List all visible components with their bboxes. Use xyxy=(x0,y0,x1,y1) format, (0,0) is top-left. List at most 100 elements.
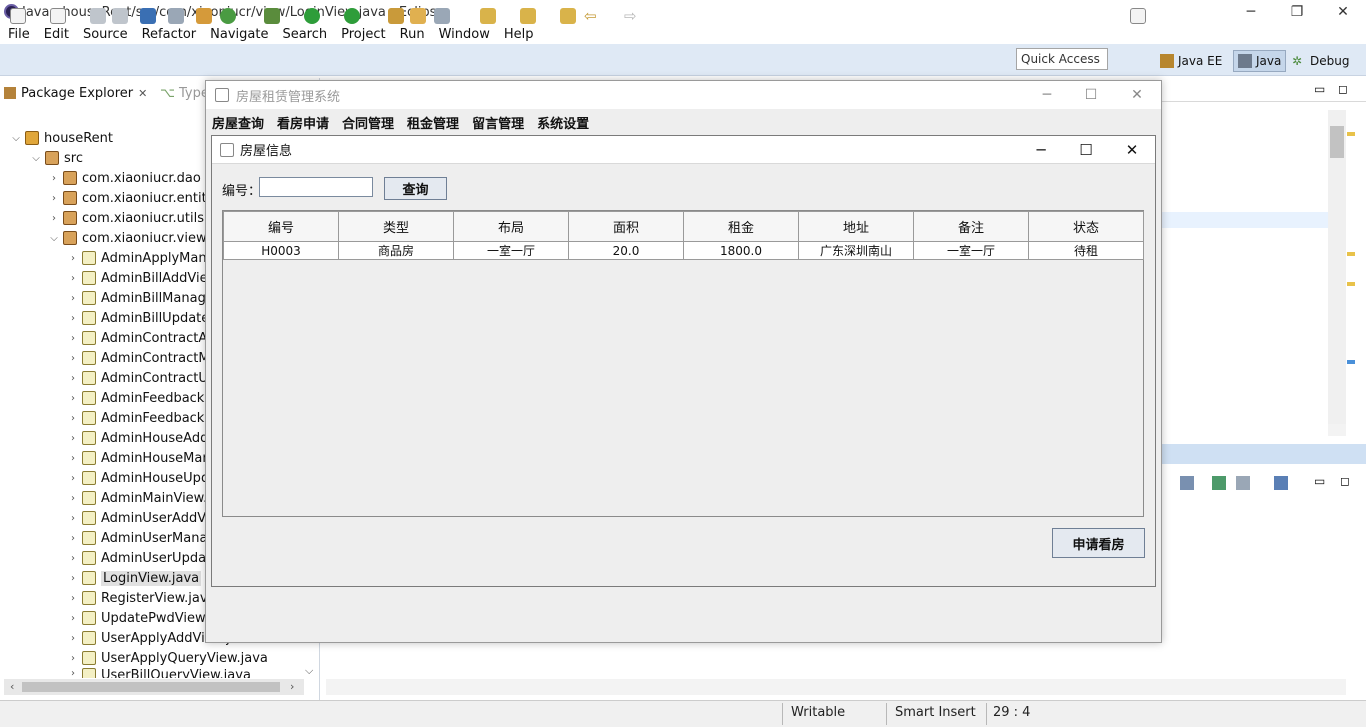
app-menu-house-query[interactable]: 房屋查询 xyxy=(212,113,264,132)
open-console-icon[interactable] xyxy=(1274,476,1288,490)
chevron-right-icon[interactable]: › xyxy=(67,513,79,524)
back-arrow-icon[interactable]: ⇦ xyxy=(584,8,600,24)
table-cell[interactable]: 商品房 xyxy=(338,241,454,260)
chevron-right-icon[interactable]: › xyxy=(67,373,79,384)
tab-package-explorer[interactable]: Package Explorer ✕ xyxy=(4,82,154,104)
menu-edit[interactable]: Edit xyxy=(44,27,69,42)
tree-file[interactable]: › UserApplyQueryView.java xyxy=(67,648,268,668)
menu-search[interactable]: Search xyxy=(282,27,327,42)
app-minimize-button[interactable]: ─ xyxy=(1024,81,1070,109)
chevron-right-icon[interactable]: › xyxy=(67,393,79,404)
column-header[interactable]: 布局 xyxy=(453,211,569,242)
chevron-right-icon[interactable]: › xyxy=(48,193,60,204)
scroll-right-icon[interactable]: › xyxy=(290,680,294,693)
column-header[interactable]: 备注 xyxy=(913,211,1029,242)
tree-file[interactable]: › RegisterView.java xyxy=(67,588,216,608)
minimize-button[interactable]: ─ xyxy=(1228,0,1274,24)
tree-file[interactable]: › AdminHouseMan xyxy=(67,448,211,468)
horizontal-scrollbar-editor[interactable] xyxy=(1328,424,1346,436)
tree-file[interactable]: › AdminMainView.j xyxy=(67,488,211,508)
table-cell[interactable]: 广东深圳南山 xyxy=(798,241,914,260)
chevron-down-icon[interactable]: ⌵ xyxy=(30,153,42,164)
column-header[interactable]: 租金 xyxy=(683,211,799,242)
run-icon[interactable] xyxy=(304,8,320,24)
menu-help[interactable]: Help xyxy=(504,27,534,42)
warning-marker[interactable] xyxy=(1347,282,1355,286)
tree-file[interactable]: › UserBillQueryView.java xyxy=(67,668,251,678)
table-cell[interactable]: 一室一厅 xyxy=(913,241,1029,260)
open-perspective-icon[interactable] xyxy=(1130,8,1146,24)
chevron-right-icon[interactable]: › xyxy=(48,173,60,184)
apply-viewing-button[interactable]: 申请看房 xyxy=(1052,528,1145,558)
tree-file[interactable]: › AdminBillUpdateV xyxy=(67,308,218,328)
chevron-right-icon[interactable]: › xyxy=(67,668,79,678)
chevron-right-icon[interactable]: › xyxy=(67,253,79,264)
chevron-right-icon[interactable]: › xyxy=(67,313,79,324)
perspective-java-ee[interactable]: Java EE xyxy=(1160,50,1222,72)
chevron-right-icon[interactable]: › xyxy=(67,533,79,544)
query-button[interactable]: 查询 xyxy=(384,177,447,200)
menu-source[interactable]: Source xyxy=(83,27,128,42)
chevron-right-icon[interactable]: › xyxy=(67,293,79,304)
app-close-button[interactable]: ✕ xyxy=(1114,81,1160,109)
close-tab-icon[interactable]: ✕ xyxy=(138,87,147,100)
tree-file-selected[interactable]: › LoginView.java xyxy=(67,568,202,588)
column-header[interactable]: 地址 xyxy=(798,211,914,242)
pen-icon[interactable] xyxy=(434,8,450,24)
outline-icon[interactable] xyxy=(1180,476,1194,490)
dialog-maximize-button[interactable]: ☐ xyxy=(1063,136,1109,164)
maximize-view-icon[interactable]: ◻ xyxy=(1340,474,1350,488)
display-icon[interactable] xyxy=(1236,476,1250,490)
tree-file[interactable]: › AdminUserUpdat xyxy=(67,548,211,568)
quick-access-input[interactable]: Quick Access xyxy=(1016,48,1108,70)
tree-package[interactable]: ⌵ com.xiaoniucr.view xyxy=(48,228,206,248)
tree-package[interactable]: › com.xiaoniucr.utils xyxy=(48,208,204,228)
maximize-view-icon[interactable]: ◻ xyxy=(1338,82,1348,96)
chevron-right-icon[interactable]: › xyxy=(48,213,60,224)
table-cell[interactable]: 1800.0 xyxy=(683,241,799,260)
chevron-right-icon[interactable]: › xyxy=(67,413,79,424)
table-cell[interactable]: 20.0 xyxy=(568,241,684,260)
chevron-right-icon[interactable]: › xyxy=(67,333,79,344)
tree-file[interactable]: › AdminContractMa xyxy=(67,348,218,368)
tree-file[interactable]: › AdminBillManage xyxy=(67,288,214,308)
column-header[interactable]: 状态 xyxy=(1028,211,1144,242)
skip-breakpoints-icon[interactable] xyxy=(168,8,184,24)
next-annotation-icon[interactable] xyxy=(480,8,496,24)
app-menu-settings[interactable]: 系统设置 xyxy=(537,113,589,132)
column-header[interactable]: 编号 xyxy=(223,211,339,242)
tree-file[interactable]: › AdminUserAddVi xyxy=(67,508,209,528)
menu-run[interactable]: Run xyxy=(400,27,425,42)
chevron-right-icon[interactable]: › xyxy=(67,613,79,624)
scroll-left-icon[interactable]: ‹ xyxy=(10,680,14,693)
tree-file[interactable]: › AdminHouseAddV xyxy=(67,428,217,448)
save-all-icon[interactable] xyxy=(112,8,128,24)
tree-file[interactable]: › AdminUserManag xyxy=(67,528,216,548)
tree-file[interactable]: › AdminFeedbackM xyxy=(67,388,216,408)
tree-package[interactable]: › com.xiaoniucr.dao xyxy=(48,168,201,188)
run-external-icon[interactable] xyxy=(344,8,360,24)
column-header[interactable]: 类型 xyxy=(338,211,454,242)
app-maximize-button[interactable]: ☐ xyxy=(1068,81,1114,109)
chevron-right-icon[interactable]: › xyxy=(67,453,79,464)
chevron-down-icon[interactable]: ⌵ xyxy=(48,233,60,244)
last-edit-icon[interactable] xyxy=(560,8,576,24)
menu-project[interactable]: Project xyxy=(341,27,385,42)
table-cell[interactable]: 待租 xyxy=(1028,241,1144,260)
tree-file[interactable]: › AdminFeedbackR xyxy=(67,408,213,428)
warning-marker[interactable] xyxy=(1347,132,1355,136)
package-icon[interactable] xyxy=(196,8,212,24)
minimize-view-icon[interactable]: ▭ xyxy=(1314,474,1325,488)
app-menu-rent[interactable]: 租金管理 xyxy=(407,113,459,132)
tab-type-hierarchy[interactable]: ⌥ Type xyxy=(160,86,209,101)
debug-icon[interactable] xyxy=(264,8,280,24)
tree-file[interactable]: › AdminHouseUpd xyxy=(67,468,209,488)
save-icon[interactable] xyxy=(90,8,106,24)
tree-file[interactable]: › UpdatePwdView.j xyxy=(67,608,212,628)
tree-package[interactable]: › com.xiaoniucr.entity xyxy=(48,188,214,208)
horizontal-scrollbar[interactable] xyxy=(326,679,1346,695)
warning-marker[interactable] xyxy=(1347,252,1355,256)
tree-file[interactable]: › AdminApplyMana xyxy=(67,248,215,268)
forward-arrow-icon[interactable]: ⇨ xyxy=(624,8,640,24)
view-menu-icon[interactable] xyxy=(1212,476,1226,490)
